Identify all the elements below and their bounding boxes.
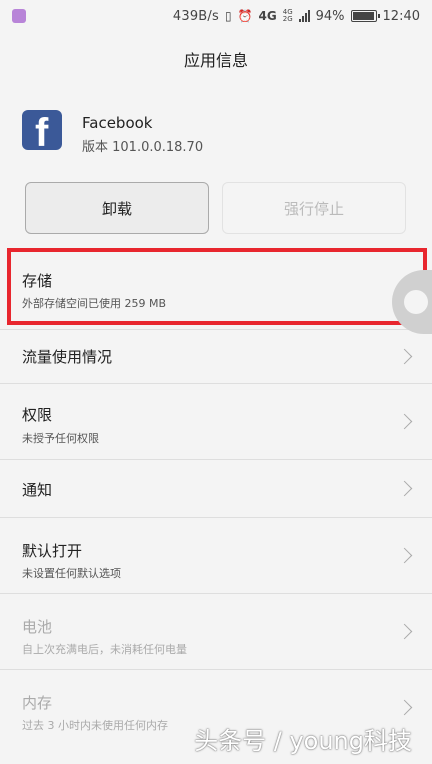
force-stop-button[interactable]: 强行停止	[222, 182, 406, 234]
battery-percent: 94%	[315, 8, 345, 24]
network-speed: 439B/s	[172, 8, 219, 24]
item-label: 权限	[22, 406, 53, 424]
list-item-default-open[interactable]: 默认打开 未设置任何默认选项	[0, 518, 432, 594]
facebook-app-icon: f	[22, 110, 62, 150]
item-label: 电池	[22, 618, 53, 636]
signal-icon	[298, 10, 310, 22]
network-type-4g: 4G	[258, 9, 277, 23]
app-header: f Facebook 版本 101.0.0.18.70 卸载 强行停止	[0, 86, 432, 246]
uninstall-button[interactable]: 卸载	[25, 182, 209, 234]
status-bar: 439B/s ▯ ⏰ 4G 4G 2G 94% 12:40	[0, 0, 432, 32]
chevron-right-icon	[396, 699, 413, 716]
watermark: 头条号 / young科技	[194, 727, 412, 755]
app-name: Facebook	[82, 114, 153, 132]
battery-icon	[350, 10, 380, 22]
alarm-icon: ⏰	[237, 9, 253, 23]
facebook-logo-letter: f	[35, 111, 49, 150]
notification-icon	[12, 9, 26, 23]
list-item-battery[interactable]: 电池 自上次充满电后，未消耗任何电量	[0, 594, 432, 670]
list-item-notifications[interactable]: 通知	[0, 460, 432, 518]
list-item-data-usage[interactable]: 流量使用情况	[0, 330, 432, 384]
chevron-right-icon	[396, 348, 413, 364]
vibrate-icon: ▯	[224, 9, 232, 23]
item-label: 通知	[22, 481, 53, 499]
item-subtitle: 自上次充满电后，未消耗任何电量	[22, 643, 187, 656]
item-label: 流量使用情况	[22, 348, 113, 366]
item-label: 内存	[22, 694, 53, 712]
status-right: 439B/s ▯ ⏰ 4G 4G 2G 94% 12:40	[173, 9, 420, 24]
list-item-permissions[interactable]: 权限 未授予任何权限	[0, 384, 432, 460]
chevron-right-icon	[396, 547, 413, 563]
page-title: 应用信息	[183, 51, 248, 70]
app-version: 版本 101.0.0.18.70	[82, 140, 204, 155]
status-left	[12, 9, 26, 23]
chevron-right-icon	[396, 413, 413, 429]
chevron-right-icon	[396, 480, 413, 496]
highlight-box	[7, 248, 427, 325]
item-subtitle: 未授予任何权限	[22, 432, 99, 445]
dual-network: 4G 2G	[283, 9, 293, 23]
item-subtitle: 未设置任何默认选项	[22, 567, 121, 580]
item-subtitle: 过去 3 小时内未使用任何内存	[22, 719, 168, 732]
network-type-2g-small: 2G	[282, 15, 293, 23]
clock: 12:40	[382, 8, 420, 24]
chevron-right-icon	[396, 623, 413, 639]
item-label: 默认打开	[22, 542, 83, 560]
